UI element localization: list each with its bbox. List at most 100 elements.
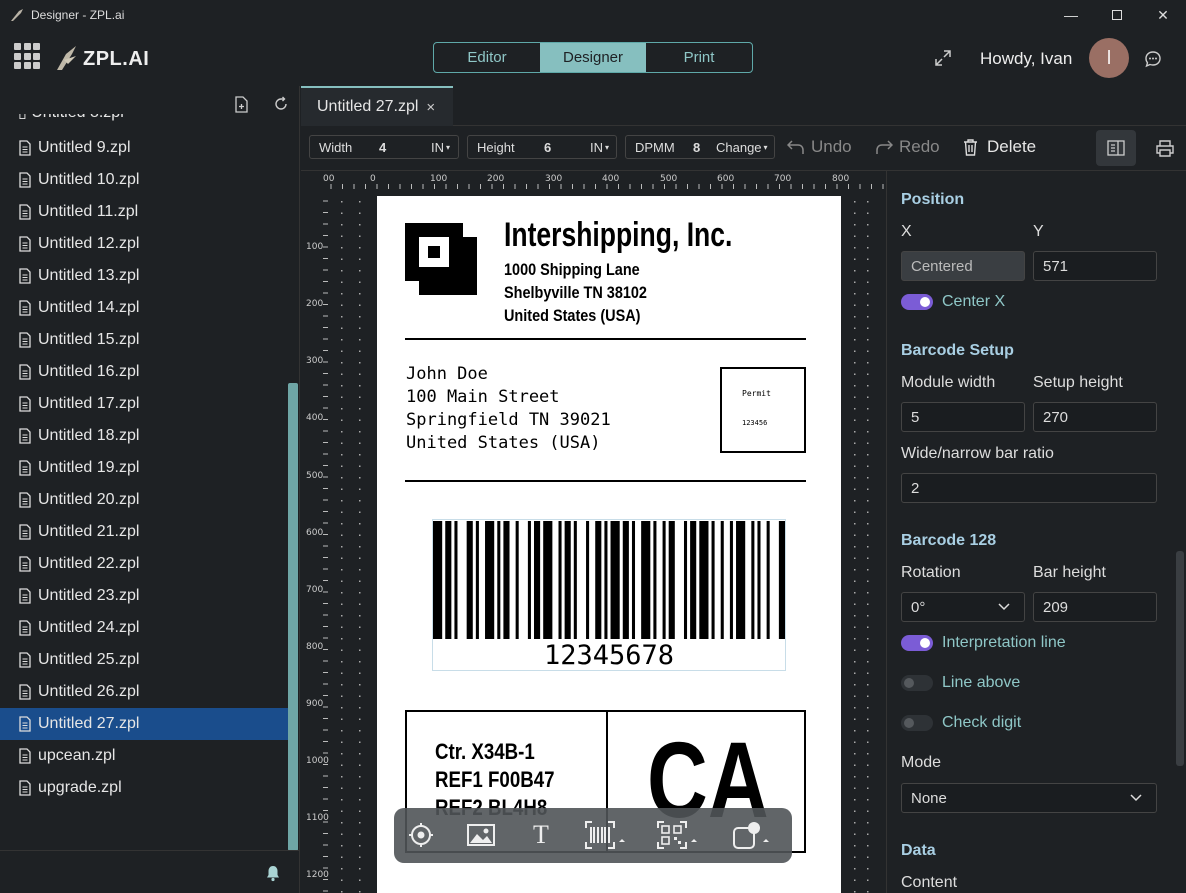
x-label: X <box>901 223 912 240</box>
mode-select[interactable]: None <box>901 783 1157 813</box>
file-item[interactable]: Untitled 27.zpl <box>0 708 288 740</box>
ruler-left-label: 100 <box>306 242 323 252</box>
file-item[interactable]: Untitled 11.zpl <box>18 196 288 228</box>
insert-qr-button[interactable] <box>654 820 702 850</box>
grid-dot <box>341 810 343 812</box>
file-item[interactable]: Untitled 10.zpl <box>18 164 288 196</box>
height-field[interactable]: Height 6 IN ▾ <box>467 135 617 159</box>
interpretation-line-toggle[interactable] <box>901 635 933 651</box>
y-input[interactable]: 571 <box>1033 251 1157 281</box>
setup-height-input[interactable]: 270 <box>1033 402 1157 432</box>
grid-dot <box>341 350 343 352</box>
props-scrollbar[interactable] <box>1176 551 1184 766</box>
refresh-icon[interactable] <box>273 96 289 112</box>
height-unit[interactable]: IN <box>590 140 603 155</box>
grid-dot <box>854 511 856 513</box>
properties-panel-toggle[interactable] <box>1096 130 1136 166</box>
mode-editor[interactable]: Editor <box>434 43 540 72</box>
file-item[interactable]: Untitled 25.zpl <box>18 644 288 676</box>
file-item[interactable]: Untitled 19.zpl <box>18 452 288 484</box>
module-width-input[interactable]: 5 <box>901 402 1025 432</box>
chat-icon[interactable] <box>1144 50 1162 68</box>
file-item[interactable]: Untitled 21.zpl <box>18 516 288 548</box>
dpmm-change[interactable]: Change <box>716 140 762 155</box>
rotation-select[interactable]: 0° <box>901 592 1025 622</box>
file-item[interactable]: Untitled 16.zpl <box>18 356 288 388</box>
undo-button[interactable]: Undo <box>787 137 852 157</box>
delete-button[interactable]: Delete <box>963 137 1036 157</box>
new-file-icon[interactable] <box>233 96 249 113</box>
insert-barcode-button[interactable] <box>582 820 630 850</box>
dpmm-field[interactable]: DPMM 8 Change ▾ <box>625 135 775 159</box>
file-item[interactable]: Untitled 9.zpl <box>18 132 288 164</box>
sidebar-scrollbar[interactable] <box>288 383 298 851</box>
mode-print[interactable]: Print <box>646 43 752 72</box>
file-item[interactable]: Untitled 23.zpl <box>18 580 288 612</box>
grid-dot <box>867 879 869 881</box>
ref-line-0: Ctr. X34B-1 <box>435 739 535 764</box>
grid-dot <box>867 615 869 617</box>
apps-grid-icon[interactable] <box>14 43 40 69</box>
grid-dot <box>359 247 361 249</box>
file-item[interactable]: Untitled 15.zpl <box>18 324 288 356</box>
file-item[interactable]: Untitled 14.zpl <box>18 292 288 324</box>
width-unit[interactable]: IN <box>431 140 444 155</box>
file-item[interactable]: Untitled 24.zpl <box>18 612 288 644</box>
tab-bar: Untitled 27.zpl × <box>301 86 1186 126</box>
grid-dot <box>854 810 856 812</box>
trash-icon <box>964 138 977 156</box>
line-above-toggle[interactable] <box>901 675 933 691</box>
insert-shape-button[interactable] <box>728 820 776 850</box>
file-item[interactable]: Untitled 22.zpl <box>18 548 288 580</box>
file-item[interactable]: Untitled 18.zpl <box>18 420 288 452</box>
grid-dot <box>341 258 343 260</box>
ratio-input[interactable]: 2 <box>901 473 1157 503</box>
file-item[interactable]: Untitled 13.zpl <box>18 260 288 292</box>
file-name: Untitled 9.zpl <box>38 139 131 156</box>
check-digit-toggle[interactable] <box>901 715 933 731</box>
file-item[interactable]: upcean.zpl <box>18 740 288 772</box>
width-value[interactable]: 4 <box>379 140 431 155</box>
grid-dot <box>359 707 361 709</box>
avatar[interactable]: I <box>1089 38 1129 78</box>
file-item[interactable]: Untitled 26.zpl <box>18 676 288 708</box>
minimize-button[interactable]: — <box>1048 0 1094 30</box>
bar-height-input[interactable]: 209 <box>1033 592 1157 622</box>
center-x-toggle[interactable] <box>901 294 933 310</box>
mode-designer[interactable]: Designer <box>540 43 646 72</box>
grid-dot <box>867 327 869 329</box>
grid-dot <box>854 327 856 329</box>
ruler-left-label: 800 <box>306 642 323 652</box>
grid-dot <box>854 350 856 352</box>
file-name: Untitled 17.zpl <box>38 395 140 412</box>
setup-height-label: Setup height <box>1033 374 1123 391</box>
maximize-button[interactable] <box>1094 0 1140 30</box>
height-value[interactable]: 6 <box>544 140 590 155</box>
grid-dot <box>854 868 856 870</box>
width-field[interactable]: Width 4 IN ▾ <box>309 135 459 159</box>
tab-close-icon[interactable]: × <box>426 99 435 116</box>
file-name: Untitled 13.zpl <box>38 267 140 284</box>
redo-button[interactable]: Redo <box>875 137 940 157</box>
grid-dot <box>341 822 343 824</box>
expand-icon[interactable] <box>934 49 952 67</box>
file-item[interactable]: Untitled 12.zpl <box>18 228 288 260</box>
barcode-bar <box>595 521 602 639</box>
file-item[interactable]: upgrade.zpl <box>18 772 288 804</box>
barcode-bar <box>475 521 479 639</box>
tab-untitled-27[interactable]: Untitled 27.zpl × <box>301 86 453 126</box>
file-item[interactable]: Untitled 17.zpl <box>18 388 288 420</box>
barcode-128[interactable] <box>433 521 785 641</box>
notification-bell-icon[interactable] <box>265 864 281 882</box>
insert-image-button[interactable] <box>464 820 498 850</box>
grid-dot <box>341 799 343 801</box>
insert-locate-button[interactable] <box>404 820 438 850</box>
grid-dot <box>867 787 869 789</box>
print-icon[interactable] <box>1156 140 1174 157</box>
mode-switcher: Editor Designer Print <box>433 42 753 73</box>
label-preview[interactable]: Intershipping, Inc. 1000 Shipping Lane S… <box>377 196 841 893</box>
close-window-button[interactable]: ✕ <box>1140 0 1186 30</box>
insert-text-button[interactable]: T <box>524 820 558 850</box>
barcode-bar <box>466 521 473 639</box>
file-item[interactable]: Untitled 20.zpl <box>18 484 288 516</box>
